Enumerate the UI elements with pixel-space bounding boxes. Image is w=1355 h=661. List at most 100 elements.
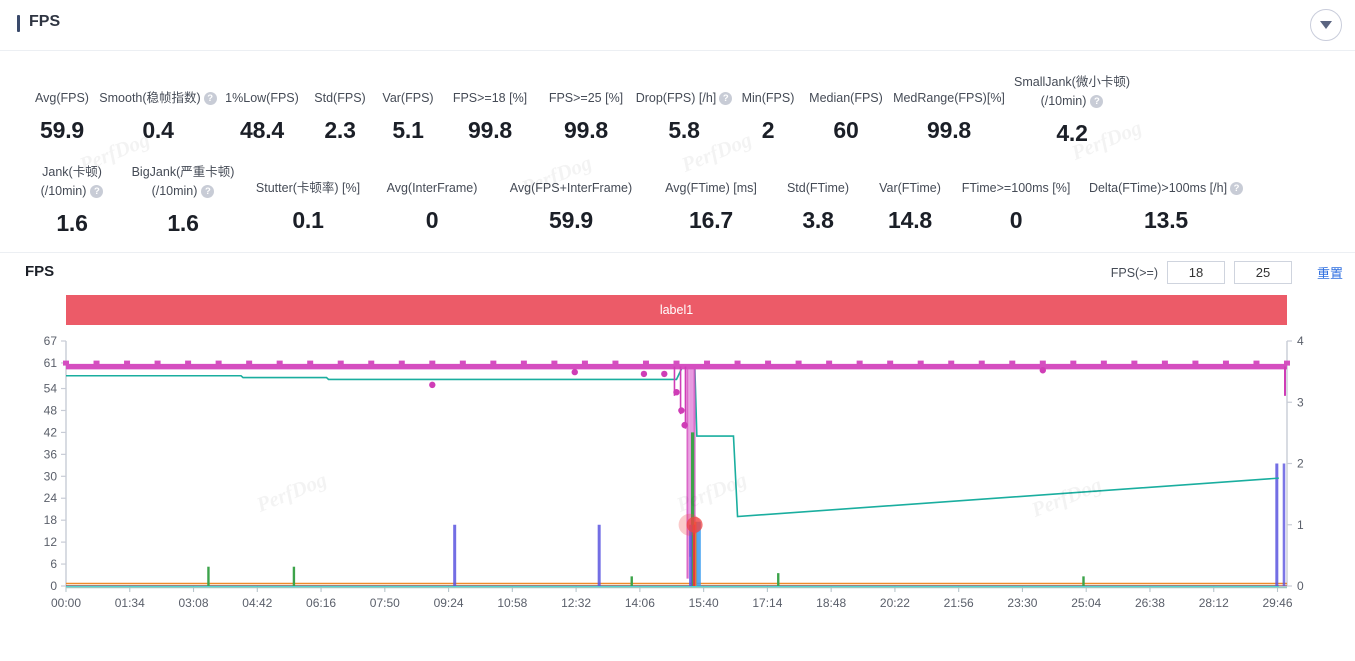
y-tick-label: 61 bbox=[44, 356, 58, 370]
fps-marker bbox=[459, 360, 466, 366]
x-tick-label: 21:56 bbox=[944, 596, 974, 610]
page-title: FPS bbox=[17, 13, 60, 32]
fps-marker bbox=[307, 360, 314, 366]
x-tick-label: 12:32 bbox=[561, 596, 591, 610]
fps-marker bbox=[185, 360, 192, 366]
metric-label: Delta(FTime)>100ms [/h]? bbox=[1089, 180, 1244, 196]
metrics-row-secondary: Jank(卡顿) (/10min)? 1.6 BigJank(严重卡顿) (/10min… bbox=[0, 164, 1355, 237]
help-icon[interactable]: ? bbox=[1090, 94, 1104, 108]
fps-marker bbox=[704, 360, 711, 366]
fps-marker bbox=[368, 360, 375, 366]
metric-value: 5.8 bbox=[668, 117, 700, 143]
x-tick-label: 07:50 bbox=[370, 596, 400, 610]
metric-stutter%: Stutter(卡顿率) [%] 0.1 bbox=[244, 164, 372, 234]
collapse-toggle-button[interactable] bbox=[1310, 9, 1342, 41]
metric-value: 0.4 bbox=[142, 117, 174, 143]
page-header: FPS bbox=[0, 0, 1355, 51]
help-icon[interactable]: ? bbox=[719, 91, 733, 105]
metric-label: Std(FTime) bbox=[787, 180, 849, 196]
metric-avgfps: Avg(FPS) 59.9 bbox=[26, 74, 98, 144]
metric-fps>=25%: FPS>=25 [%] 99.8 bbox=[538, 74, 634, 144]
fps-marker bbox=[917, 360, 924, 366]
fps-sample-point bbox=[571, 368, 578, 376]
metric-medianfps: Median(FPS) 60 bbox=[802, 74, 890, 144]
x-tick-label: 14:06 bbox=[625, 596, 655, 610]
fps-marker bbox=[765, 360, 772, 366]
fps-threshold-high-input[interactable] bbox=[1234, 261, 1292, 284]
metric-avgfps+interframe: Avg(FPS+InterFrame) 59.9 bbox=[492, 164, 650, 234]
fps-chart-section: FPS FPS(>=) 重置 label1 061218243036424854… bbox=[0, 252, 1355, 661]
metric-smalljank: SmallJank(微小卡顿) (/10min)? 4.2 bbox=[1008, 74, 1136, 147]
metric-stdftime: Std(FTime) 3.8 bbox=[772, 164, 864, 234]
y2-tick-label: 2 bbox=[1297, 457, 1304, 471]
metric-fps>=18%: FPS>=18 [%] 99.8 bbox=[442, 74, 538, 144]
metric-label-line1: Var(FPS) bbox=[382, 91, 434, 105]
metric-value: 99.8 bbox=[468, 117, 512, 143]
x-tick-label: 01:34 bbox=[115, 596, 145, 610]
fps-marker bbox=[215, 360, 222, 366]
fps-sample-point bbox=[681, 421, 688, 429]
metric-varfps: Var(FPS) 5.1 bbox=[374, 74, 442, 144]
metric-value: 2 bbox=[761, 117, 775, 143]
x-tick-label: 04:42 bbox=[242, 596, 272, 610]
x-tick-label: 25:04 bbox=[1071, 596, 1101, 610]
metric-label-line1: SmallJank(微小卡顿) bbox=[1014, 75, 1130, 89]
y2-tick-label: 0 bbox=[1297, 579, 1304, 593]
y-tick-label: 18 bbox=[44, 513, 58, 527]
help-icon[interactable]: ? bbox=[203, 91, 217, 105]
metric-medrangefps%: MedRange(FPS)[%] 99.8 bbox=[890, 74, 1008, 144]
metric-value: 99.8 bbox=[927, 117, 971, 143]
fps-marker bbox=[642, 360, 649, 366]
fps-marker bbox=[490, 360, 497, 366]
metric-value: 16.7 bbox=[689, 207, 733, 233]
metric-label-line1: MedRange(FPS)[%] bbox=[893, 91, 1005, 105]
metric-value: 14.8 bbox=[888, 207, 932, 233]
chart-title: FPS bbox=[25, 263, 55, 280]
y2-tick-label: 3 bbox=[1297, 395, 1304, 409]
y-tick-label: 0 bbox=[50, 579, 57, 593]
metric-label-line1: Var(FTime) bbox=[879, 181, 941, 195]
fps-threshold-low-input[interactable] bbox=[1167, 261, 1225, 284]
y2-tick-label: 1 bbox=[1297, 518, 1304, 532]
x-tick-label: 17:14 bbox=[752, 596, 782, 610]
metric-1%lowfps: 1%Low(FPS) 48.4 bbox=[218, 74, 306, 144]
x-tick-label: 18:48 bbox=[816, 596, 846, 610]
fps-sample-point bbox=[429, 381, 436, 389]
metric-label-line1: FPS>=25 [%] bbox=[548, 91, 624, 105]
fps-marker bbox=[734, 360, 741, 366]
metric-label-line1: Avg(FPS+InterFrame) bbox=[509, 181, 633, 195]
fps-marker bbox=[398, 360, 405, 366]
chart-plot-area[interactable]: 0 6 12 18 24 30 36 42 48 54 61 67 0 1 2 3 4 00:00 01:34 03:… bbox=[0, 333, 1355, 661]
metric-label: Stutter(卡顿率) [%] bbox=[256, 180, 360, 196]
fps-marker bbox=[795, 360, 802, 366]
metric-label-line1: Median(FPS) bbox=[809, 91, 883, 105]
label-banner[interactable]: label1 bbox=[66, 295, 1287, 325]
metric-label-line1: Avg(InterFrame) bbox=[386, 181, 478, 195]
metric-label: Var(FTime) bbox=[879, 180, 941, 196]
y-tick-label: 42 bbox=[44, 425, 58, 439]
chevron-down-icon bbox=[1320, 21, 1332, 29]
metric-label: Avg(InterFrame) bbox=[387, 180, 478, 196]
help-icon[interactable]: ? bbox=[1230, 181, 1244, 195]
fps-marker bbox=[1070, 360, 1077, 366]
metric-value: 99.8 bbox=[564, 117, 608, 143]
metric-value: 5.1 bbox=[392, 117, 424, 143]
metric-value: 3.8 bbox=[802, 207, 834, 233]
reset-link[interactable]: 重置 bbox=[1317, 263, 1343, 282]
metric-smooth: Smooth(稳帧指数)? 0.4 bbox=[98, 74, 218, 144]
help-icon[interactable]: ? bbox=[90, 184, 104, 198]
metric-value: 13.5 bbox=[1144, 207, 1188, 233]
metric-label: FPS>=18 [%] bbox=[453, 90, 527, 106]
metric-label: Avg(FPS+InterFrame) bbox=[510, 180, 632, 196]
fps-marker bbox=[1222, 360, 1229, 366]
x-tick-label: 28:12 bbox=[1199, 596, 1229, 610]
fps-marker bbox=[1253, 360, 1260, 366]
y-tick-label: 12 bbox=[44, 535, 58, 549]
metric-label-line1: Smooth(稳帧指数) bbox=[99, 91, 201, 105]
metric-label: FTime>=100ms [%] bbox=[962, 180, 1071, 196]
metric-value: 4.2 bbox=[1056, 120, 1088, 146]
x-tick-label: 09:24 bbox=[434, 596, 464, 610]
fps-marker bbox=[1039, 360, 1046, 366]
fps-marker bbox=[246, 360, 253, 366]
help-icon[interactable]: ? bbox=[201, 184, 215, 198]
